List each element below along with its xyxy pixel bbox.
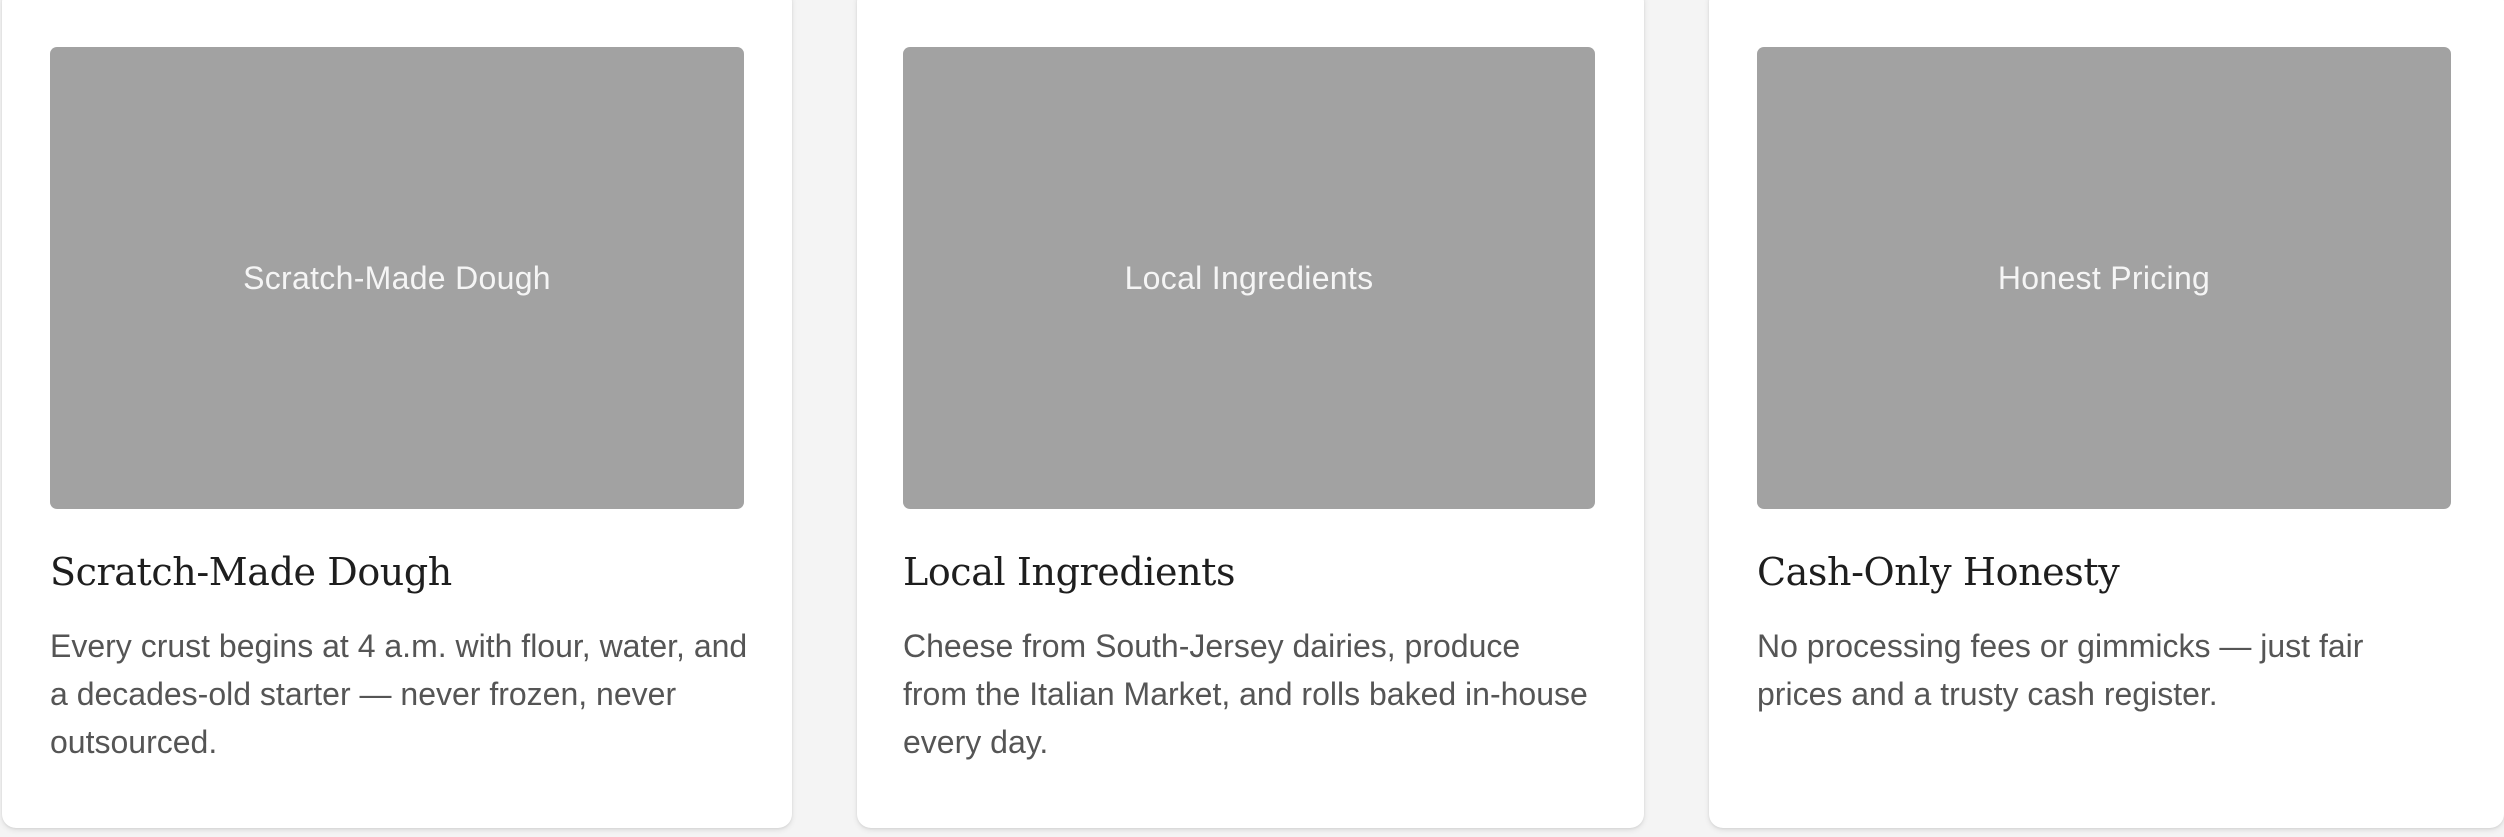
feature-title: Cash-Only Honesty <box>1757 550 2120 594</box>
image-placeholder-label: Local Ingredients <box>1124 259 1374 296</box>
feature-title: Scratch-Made Dough <box>50 550 452 594</box>
feature-card-local-ingredients: Local Ingredients Local Ingredients Chee… <box>857 0 1644 828</box>
feature-cards-section: Scratch-Made Dough Scratch-Made Dough Ev… <box>0 0 2504 837</box>
feature-image-placeholder: Honest Pricing <box>1757 47 2451 509</box>
feature-title: Local Ingredients <box>903 550 1236 594</box>
feature-description: Cheese from South-Jersey dairies, produc… <box>903 628 1588 760</box>
image-placeholder-label: Honest Pricing <box>1997 259 2211 296</box>
feature-description: No processing fees or gimmicks — just fa… <box>1757 628 2364 712</box>
feature-card-cash-only-honesty: Honest Pricing Cash-Only Honesty No proc… <box>1709 0 2504 828</box>
feature-image-placeholder: Local Ingredients <box>903 47 1595 509</box>
feature-description: Every crust begins at 4 a.m. with flour,… <box>50 628 748 760</box>
image-placeholder-label: Scratch-Made Dough <box>243 259 551 296</box>
feature-image-placeholder: Scratch-Made Dough <box>50 47 744 509</box>
feature-card-scratch-made-dough: Scratch-Made Dough Scratch-Made Dough Ev… <box>2 0 792 828</box>
